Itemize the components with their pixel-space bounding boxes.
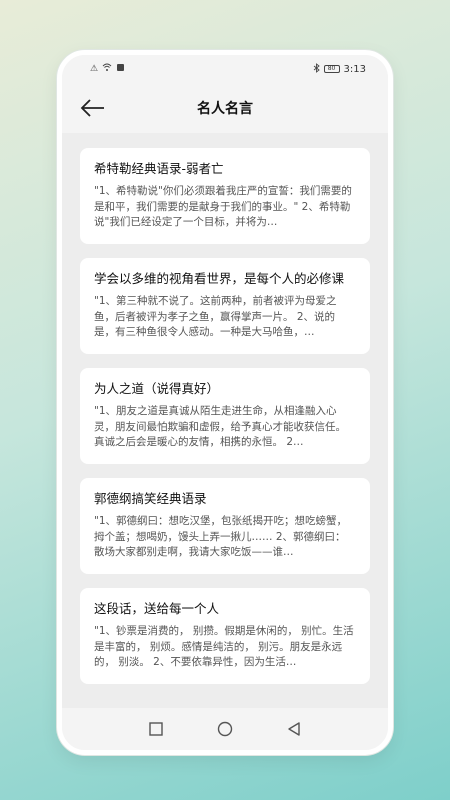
system-nav-bar	[62, 708, 388, 750]
recents-square-icon[interactable]	[148, 721, 164, 737]
quote-list[interactable]: 希特勒经典语录-弱者亡 "1、希特勒说"你们必须跟着我庄严的宣誓：我们需要的是和…	[62, 133, 388, 708]
card-excerpt: "1、郭德纲曰：想吃汉堡，包张纸揭开吃；想吃螃蟹，拇个盖；想喝奶，馒头上弄一揪儿…	[94, 515, 348, 558]
list-item[interactable]: 郭德纲搞笑经典语录 "1、郭德纲曰：想吃汉堡，包张纸揭开吃；想吃螃蟹，拇个盖；想…	[80, 478, 370, 574]
wifi-icon	[102, 63, 112, 75]
card-title: 郭德纲搞笑经典语录	[94, 491, 207, 506]
page-title: 名人名言	[197, 101, 253, 117]
card-title: 学会以多维的视角看世界，是每个人的必修课	[94, 271, 345, 286]
status-bar: ⚠ 80 3:13	[62, 55, 388, 83]
card-title: 为人之道（说得真好）	[94, 381, 220, 396]
list-item[interactable]: 希特勒经典语录-弱者亡 "1、希特勒说"你们必须跟着我庄严的宣誓：我们需要的是和…	[80, 148, 370, 244]
sim-icon	[116, 63, 125, 75]
card-title: 这段话，送给每一个人	[94, 601, 220, 616]
card-title: 希特勒经典语录-弱者亡	[94, 161, 224, 176]
app-header: 名人名言	[62, 83, 388, 133]
status-time: 3:13	[343, 63, 366, 75]
alert-icon: ⚠	[90, 64, 99, 74]
phone-frame: ⚠ 80 3:13 名人名言 希特勒经典语录-弱者亡 "1、希特勒说"你们必须跟…	[57, 50, 393, 755]
battery-icon: 80	[323, 65, 340, 73]
status-left: ⚠	[90, 63, 125, 75]
list-item[interactable]: 这段话，送给每一个人 "1、钞票是消费的， 别攒。假期是休闲的， 别忙。生活是丰…	[80, 588, 370, 684]
list-item[interactable]: 学会以多维的视角看世界，是每个人的必修课 "1、第三种就不说了。这前两种，前者被…	[80, 258, 370, 354]
status-right: 80 3:13	[313, 62, 366, 76]
back-triangle-icon[interactable]	[286, 721, 302, 737]
list-item[interactable]: 为人之道（说得真好） "1、朋友之道是真诚从陌生走进生命，从相逢融入心灵，朋友间…	[80, 368, 370, 464]
bluetooth-icon	[313, 62, 320, 76]
card-excerpt: "1、钞票是消费的， 别攒。假期是休闲的， 别忙。生活是丰富的， 别烦。感情是纯…	[94, 625, 354, 668]
home-circle-icon[interactable]	[217, 721, 233, 737]
back-arrow-icon[interactable]	[80, 97, 106, 119]
card-excerpt: "1、希特勒说"你们必须跟着我庄严的宣誓：我们需要的是和平，我们需要的是献身于我…	[94, 185, 352, 228]
card-excerpt: "1、第三种就不说了。这前两种，前者被评为母爱之鱼，后者被评为孝子之鱼，赢得掌声…	[94, 295, 337, 338]
card-excerpt: "1、朋友之道是真诚从陌生走进生命，从相逢融入心灵，朋友间最怕欺骗和虚假，给予真…	[94, 405, 346, 448]
